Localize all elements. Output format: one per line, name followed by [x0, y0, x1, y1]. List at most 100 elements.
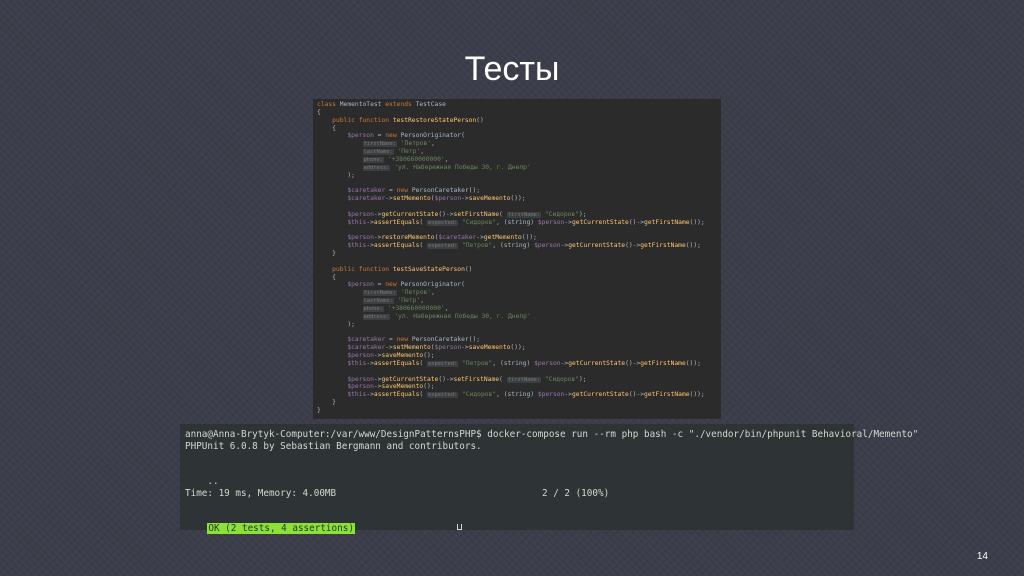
terminal-progress: 2 / 2 (100%) [542, 487, 610, 499]
terminal-window[interactable]: anna@Anna-Brytyk-Computer:/var/www/Desig… [180, 424, 919, 535]
code-line: $caretaker = new PersonCaretaker(); [317, 336, 721, 344]
code-line: phone: '+380660000000', [317, 305, 721, 313]
code-token: $person [347, 132, 374, 140]
code-token: saveMemento [468, 195, 511, 203]
code-token: , [431, 140, 435, 148]
code-token: $this [347, 391, 367, 399]
code-token: saveMemento [381, 383, 424, 391]
code-line: ); [317, 321, 721, 329]
code-token: new [396, 187, 412, 195]
terminal-result-line: OK (2 tests, 4 assertions) [185, 512, 854, 535]
code-token: -> [564, 218, 572, 226]
code-line: $this->assertEquals( expected: "Сидоров"… [317, 219, 721, 227]
code-line: $this->assertEquals( expected: "Сидоров"… [317, 391, 721, 399]
code-token: ( [499, 375, 507, 383]
code-token: $person [347, 210, 374, 218]
code-token: assertEquals [373, 391, 420, 399]
code-token: class [317, 101, 340, 108]
code-token: ); [579, 210, 587, 218]
code-line: $person->getCurrentState()->setFirstName… [317, 211, 721, 219]
code-token: getCurrentState [571, 218, 629, 226]
code-line: lastName: 'Петр', [317, 148, 721, 156]
code-token: ( [419, 359, 427, 367]
code-token: "Сидоров" [544, 375, 580, 383]
code-token: getCurrentState [571, 391, 629, 399]
code-token: -> [461, 195, 469, 203]
code-line: } [317, 407, 721, 415]
code-token: , (string) [492, 359, 535, 367]
code-token: public function [332, 116, 393, 124]
code-token: $caretaker [347, 336, 386, 344]
code-token: , [431, 289, 435, 297]
code-token: $person [347, 383, 374, 391]
code-token: testSaveStatePerson [392, 265, 465, 273]
code-token: assertEquals [373, 242, 420, 250]
code-token: $caretaker [347, 187, 386, 195]
code-token: getFirstName [640, 242, 686, 250]
code-token: new [385, 132, 401, 140]
code-token: assertEquals [373, 218, 420, 226]
code-token: ()-> [628, 218, 645, 226]
code-token: () [476, 116, 484, 124]
code-token: PersonOriginator( [400, 281, 465, 289]
code-token: getFirstName [644, 218, 690, 226]
code-token: -> [366, 218, 374, 226]
code-token: $person [434, 344, 462, 352]
code-token: ( [499, 210, 507, 218]
code-token: testRestoreStatePerson [392, 116, 477, 124]
terminal-command-line: anna@Anna-Brytyk-Computer:/var/www/Desig… [185, 429, 919, 440]
code-token: () [464, 265, 473, 273]
code-token: -> [366, 242, 374, 250]
code-token: ()-> [438, 375, 454, 383]
code-line: address: 'ул. Набережная Победы 30, г. Д… [317, 164, 721, 172]
code-token: '+380660000000' [387, 155, 445, 163]
code-token: $caretaker [347, 344, 386, 352]
code-line: class MementoTest extends TestCase [317, 101, 721, 109]
code-token: $person [534, 359, 561, 367]
parameter-hint: lastName: [362, 149, 394, 156]
parameter-hint: firstName: [362, 141, 397, 148]
code-token: restoreMemento [381, 234, 435, 242]
code-line: $caretaker->setMemento($person->saveMeme… [317, 195, 721, 203]
parameter-hint: expected: [427, 243, 459, 250]
code-token: $this [347, 242, 367, 250]
code-token: ( [419, 242, 427, 250]
code-line: ); [317, 172, 721, 180]
code-token: (); [423, 352, 435, 359]
code-line: firstName: 'Петров', [317, 289, 721, 297]
code-token: setMemento [392, 344, 431, 352]
code-line: } [317, 399, 721, 407]
code-token: 'Петр' [397, 148, 421, 156]
code-token: ()); [510, 344, 526, 352]
code-token: ( [419, 218, 427, 226]
code-token: ); [317, 171, 355, 179]
code-line: firstName: 'Петров', [317, 140, 721, 148]
code-token: getCurrentState [568, 359, 626, 367]
code-token: , [420, 297, 425, 305]
code-token: getFirstName [644, 391, 690, 399]
code-token: -> [385, 195, 393, 203]
code-token: ( [419, 391, 427, 399]
code-token: , (string) [496, 218, 538, 226]
code-token: public function [332, 265, 393, 273]
code-token: PersonCaretaker(); [411, 187, 481, 195]
parameter-hint: firstName: [362, 290, 397, 297]
terminal-time-line: Time: 19 ms, Memory: 4.00MB [185, 487, 337, 499]
code-token: $person [347, 234, 374, 242]
code-token: = [385, 187, 397, 195]
code-line: { [317, 274, 721, 282]
